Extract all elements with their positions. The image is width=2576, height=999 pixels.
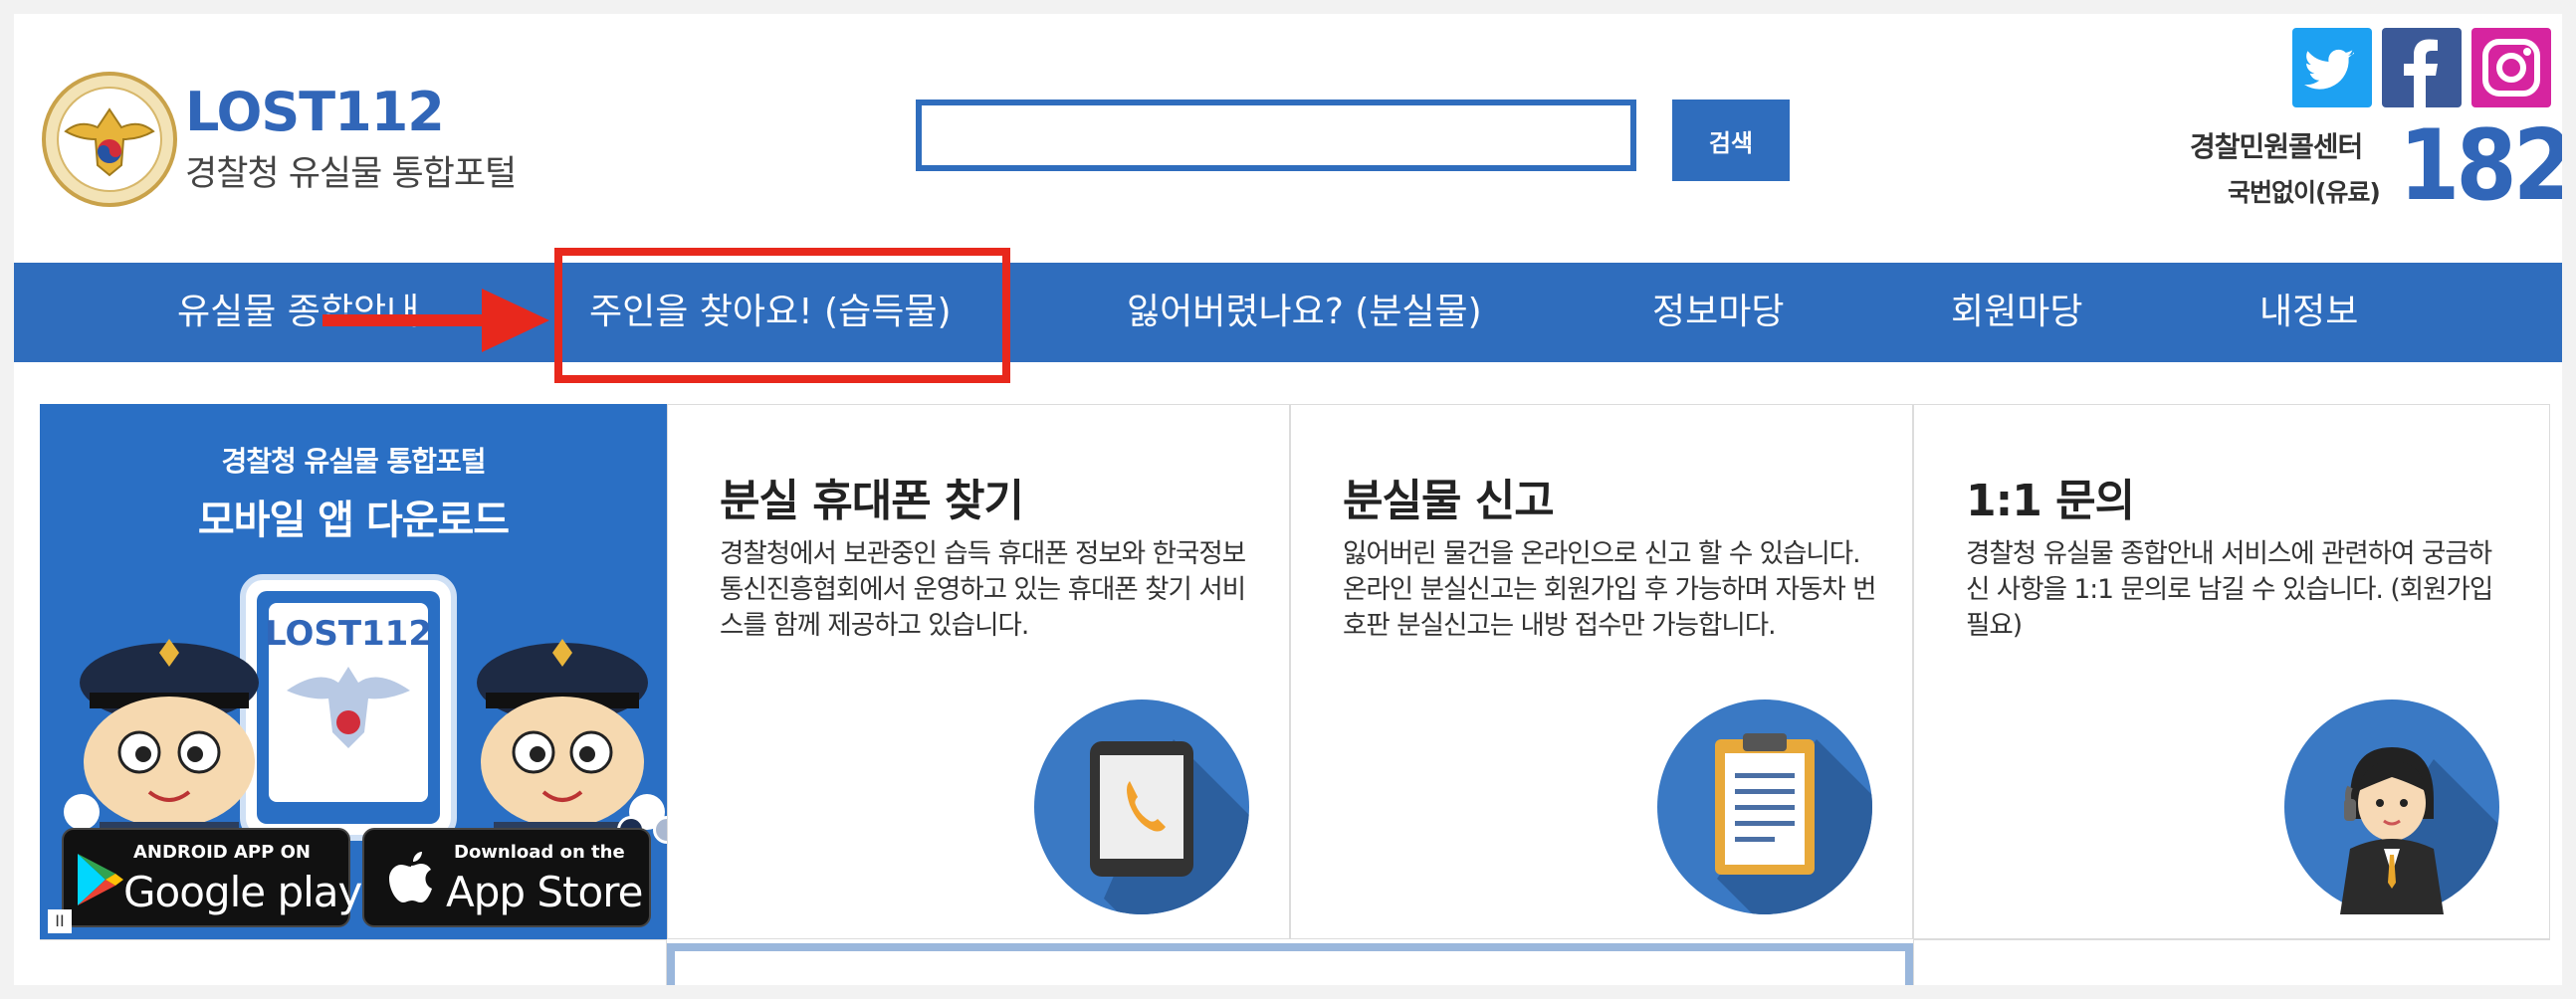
nav-item-info[interactable]: 정보마당 [1652,263,1784,362]
card-description: 경찰청에서 보관중인 습득 휴대폰 정보와 한국정보통신진흥협회에서 운영하고 … [720,538,1246,641]
search-button[interactable]: 검색 [1672,100,1790,181]
brand-title[interactable]: LOST112 [185,86,445,139]
google-play-small-text: ANDROID APP ON [133,842,311,863]
card-title: 분실물 신고 [1343,476,1555,526]
app-store-big-text: App Store [446,868,643,916]
phone-brand: LOST112 [265,614,432,654]
brand-subtitle[interactable]: 경찰청 유실물 통합포털 [185,145,517,196]
nav-item-lost-items[interactable]: 잃어버렸나요? (분실물) [1127,263,1482,362]
nav-item-guide[interactable]: 유실물 종합안내 [177,263,419,362]
instagram-icon[interactable] [2471,28,2551,107]
banner-title: 모바일 앱 다운로드 [197,498,510,543]
google-play-big-text: Google play [123,868,362,916]
call-center-note: 국번없이(유료) [2228,178,2381,207]
slide-pause-button[interactable]: II [48,909,72,933]
card-lost-phone[interactable]: 분실 휴대폰 찾기 경찰청에서 보관중인 습득 휴대폰 정보와 한국정보통신진흥… [667,404,1290,939]
apple-icon [389,852,432,902]
twitter-icon[interactable] [2292,28,2372,107]
police-emblem-logo[interactable] [40,70,179,209]
card-description: 잃어버린 물건을 온라인으로 신고 할 수 있습니다. 온라인 분실신고는 회원… [1343,538,1877,641]
app-store-button[interactable]: Download on the App Store [362,828,651,927]
call-center-number[interactable]: 182 [2399,117,2562,215]
nav-item-my-info[interactable]: 내정보 [2259,263,2358,362]
app-store-small-text: Download on the [454,842,625,863]
banner-subtitle: 경찰청 유실물 통합포털 [221,445,486,478]
card-title: 분실 휴대폰 찾기 [720,476,1024,526]
clipboard-icon [1657,699,1872,914]
bottom-panel-left [40,939,667,985]
page: LOST112 경찰청 유실물 통합포털 검색 경찰민원콜센터 국번없이(유료)… [14,14,2562,985]
search-input[interactable] [916,100,1636,171]
phone-icon [1034,699,1249,914]
app-download-banner[interactable]: 경찰청 유실물 통합포털 모바일 앱 다운로드 LOST112 ANDROID … [40,404,667,939]
call-center-label: 경찰민원콜센터 [2190,130,2363,163]
card-title: 1:1 문의 [1966,476,2135,526]
operator-icon [2284,699,2499,914]
card-lost-report[interactable]: 분실물 신고 잃어버린 물건을 온라인으로 신고 할 수 있습니다. 온라인 분… [1290,404,1913,939]
nav-item-found-items[interactable]: 주인을 찾아요! (습득물) [589,263,952,362]
google-play-icon [78,854,123,905]
bottom-panel-middle[interactable] [667,943,1913,985]
facebook-icon[interactable] [2382,28,2462,107]
main-nav: 유실물 종합안내 주인을 찾아요! (습득물) 잃어버렸나요? (분실물) 정보… [14,263,2562,362]
bottom-panel-right [1913,939,2550,985]
card-one-on-one-inquiry[interactable]: 1:1 문의 경찰청 유실물 종합안내 서비스에 관련하여 궁금하신 사항을 1… [1913,404,2550,939]
nav-item-member[interactable]: 회원마당 [1951,263,2082,362]
card-description: 경찰청 유실물 종합안내 서비스에 관련하여 궁금하신 사항을 1:1 문의로 … [1966,538,2493,641]
google-play-button[interactable]: ANDROID APP ON Google play [62,828,362,927]
